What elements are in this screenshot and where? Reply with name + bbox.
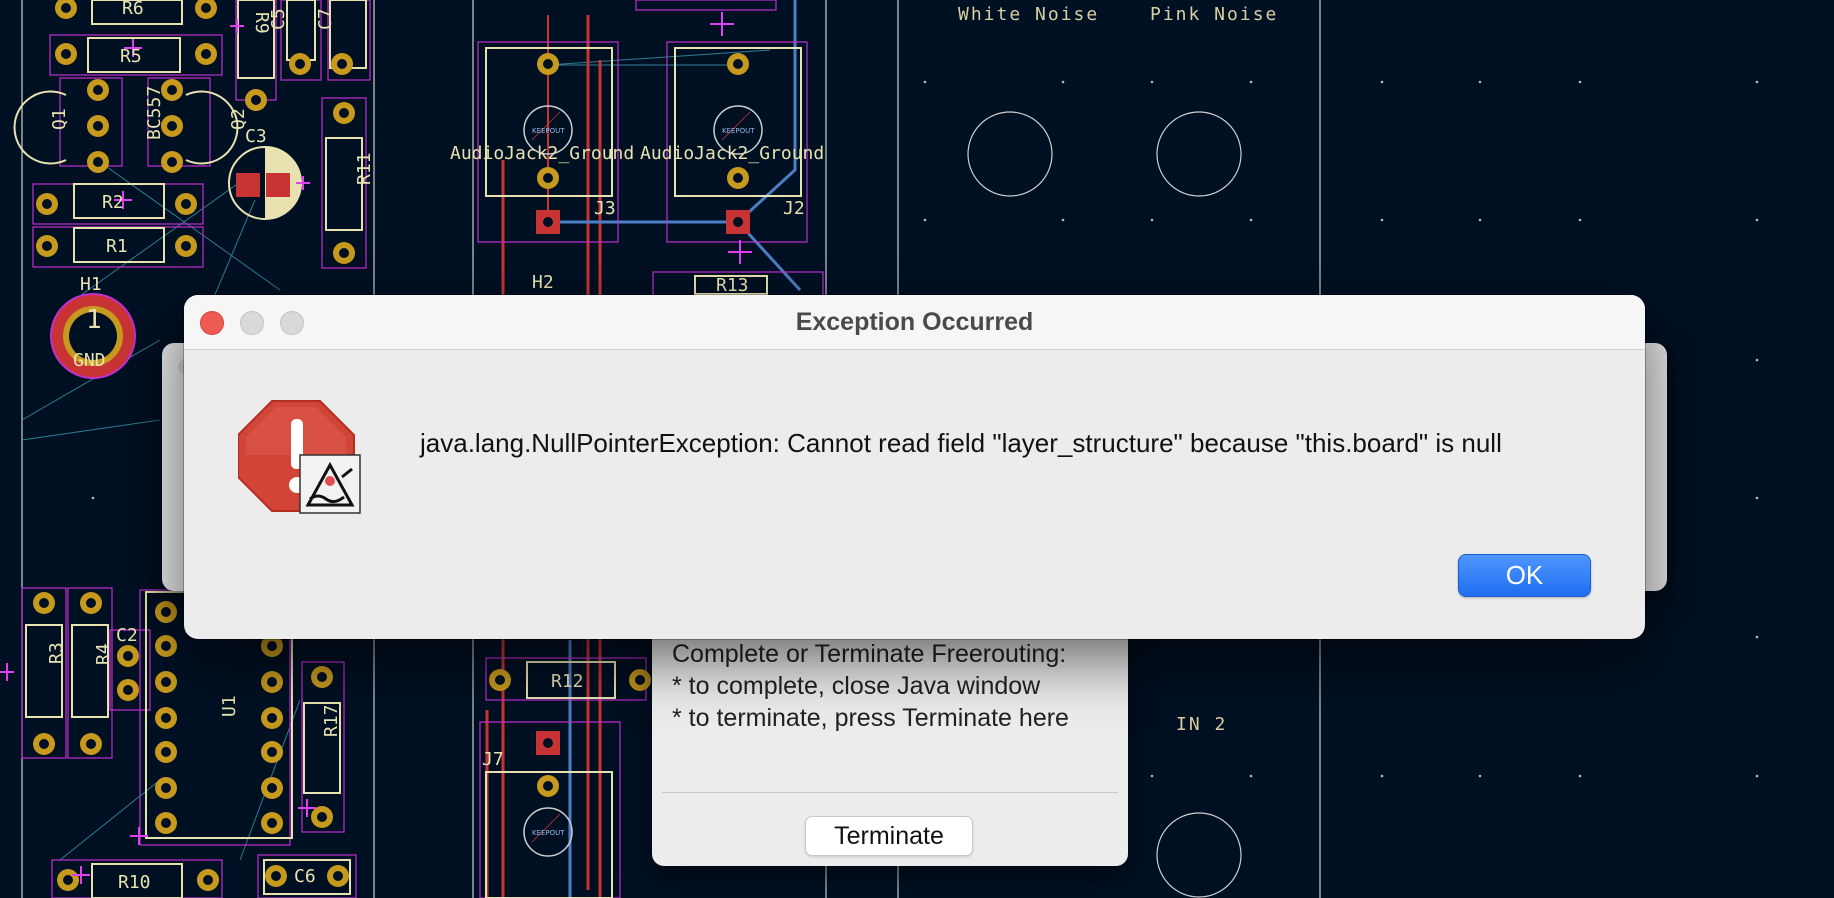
- pcb-ref: U1: [219, 695, 240, 717]
- pcb-ref: GND: [73, 350, 106, 371]
- pcb-ref: R3: [46, 642, 67, 664]
- freerouting-progress-panel: Complete or Terminate Freerouting: * to …: [652, 612, 1128, 866]
- exception-message: java.lang.NullPointerException: Cannot r…: [420, 428, 1502, 458]
- pcb-ref: J7: [482, 749, 504, 770]
- dialog-title: Exception Occurred: [795, 308, 1034, 336]
- pcb-ref: R17: [321, 704, 342, 737]
- pcb-ref: C7: [315, 8, 336, 30]
- keepout-label: KEEPOUT: [532, 829, 565, 837]
- pcb-ref: H2: [532, 272, 554, 293]
- freerouting-instruction-line: Complete or Terminate Freerouting:: [672, 640, 1067, 668]
- pcb-ref: AudioJack2_Ground: [640, 143, 824, 164]
- pcb-ref: R10: [118, 872, 151, 893]
- freerouting-instruction-line: * to terminate, press Terminate here: [672, 704, 1069, 732]
- pcb-ref: J2: [783, 198, 805, 219]
- error-java-icon: [238, 400, 361, 514]
- panel-label-white-noise: White Noise: [958, 4, 1099, 25]
- pcb-ref: R12: [551, 671, 584, 692]
- divider: [662, 792, 1118, 793]
- terminate-button[interactable]: Terminate: [805, 816, 973, 856]
- pcb-ref: Q1: [49, 108, 70, 130]
- pcb-ref: R4: [93, 643, 114, 665]
- ok-button[interactable]: OK: [1458, 554, 1591, 597]
- pcb-ref: R11: [354, 152, 375, 185]
- pcb-ref: C5: [268, 8, 289, 30]
- panel-label-in2: IN 2: [1176, 714, 1227, 735]
- panel-label-pink-noise: Pink Noise: [1150, 4, 1278, 25]
- pcb-ref: C3: [245, 126, 267, 147]
- pcb-ref: R6: [122, 0, 144, 19]
- freerouting-instructions: Complete or Terminate Freerouting: * to …: [672, 638, 1069, 734]
- pcb-ref: BC557: [144, 86, 165, 140]
- pcb-ref: R5: [120, 46, 142, 67]
- dialog-titlebar[interactable]: Exception Occurred: [184, 295, 1645, 350]
- pcb-ref: AudioJack2_Ground: [450, 143, 634, 164]
- pcb-ref: R13: [716, 275, 749, 296]
- pcb-ref: C2: [116, 625, 138, 646]
- exception-dialog: Exception Occurred java.lang.NullPointer…: [184, 295, 1645, 639]
- freerouting-instruction-line: * to complete, close Java window: [672, 672, 1041, 700]
- pcb-ref: C6: [294, 866, 316, 887]
- pcb-ref: J3: [594, 198, 616, 219]
- pcb-ref: H1: [80, 274, 102, 295]
- pcb-ref: 1: [86, 305, 102, 335]
- pcb-ref: R2: [102, 192, 124, 213]
- keepout-label: KEEPOUT: [532, 127, 565, 135]
- pcb-ref: R1: [106, 236, 128, 257]
- keepout-label: KEEPOUT: [722, 127, 755, 135]
